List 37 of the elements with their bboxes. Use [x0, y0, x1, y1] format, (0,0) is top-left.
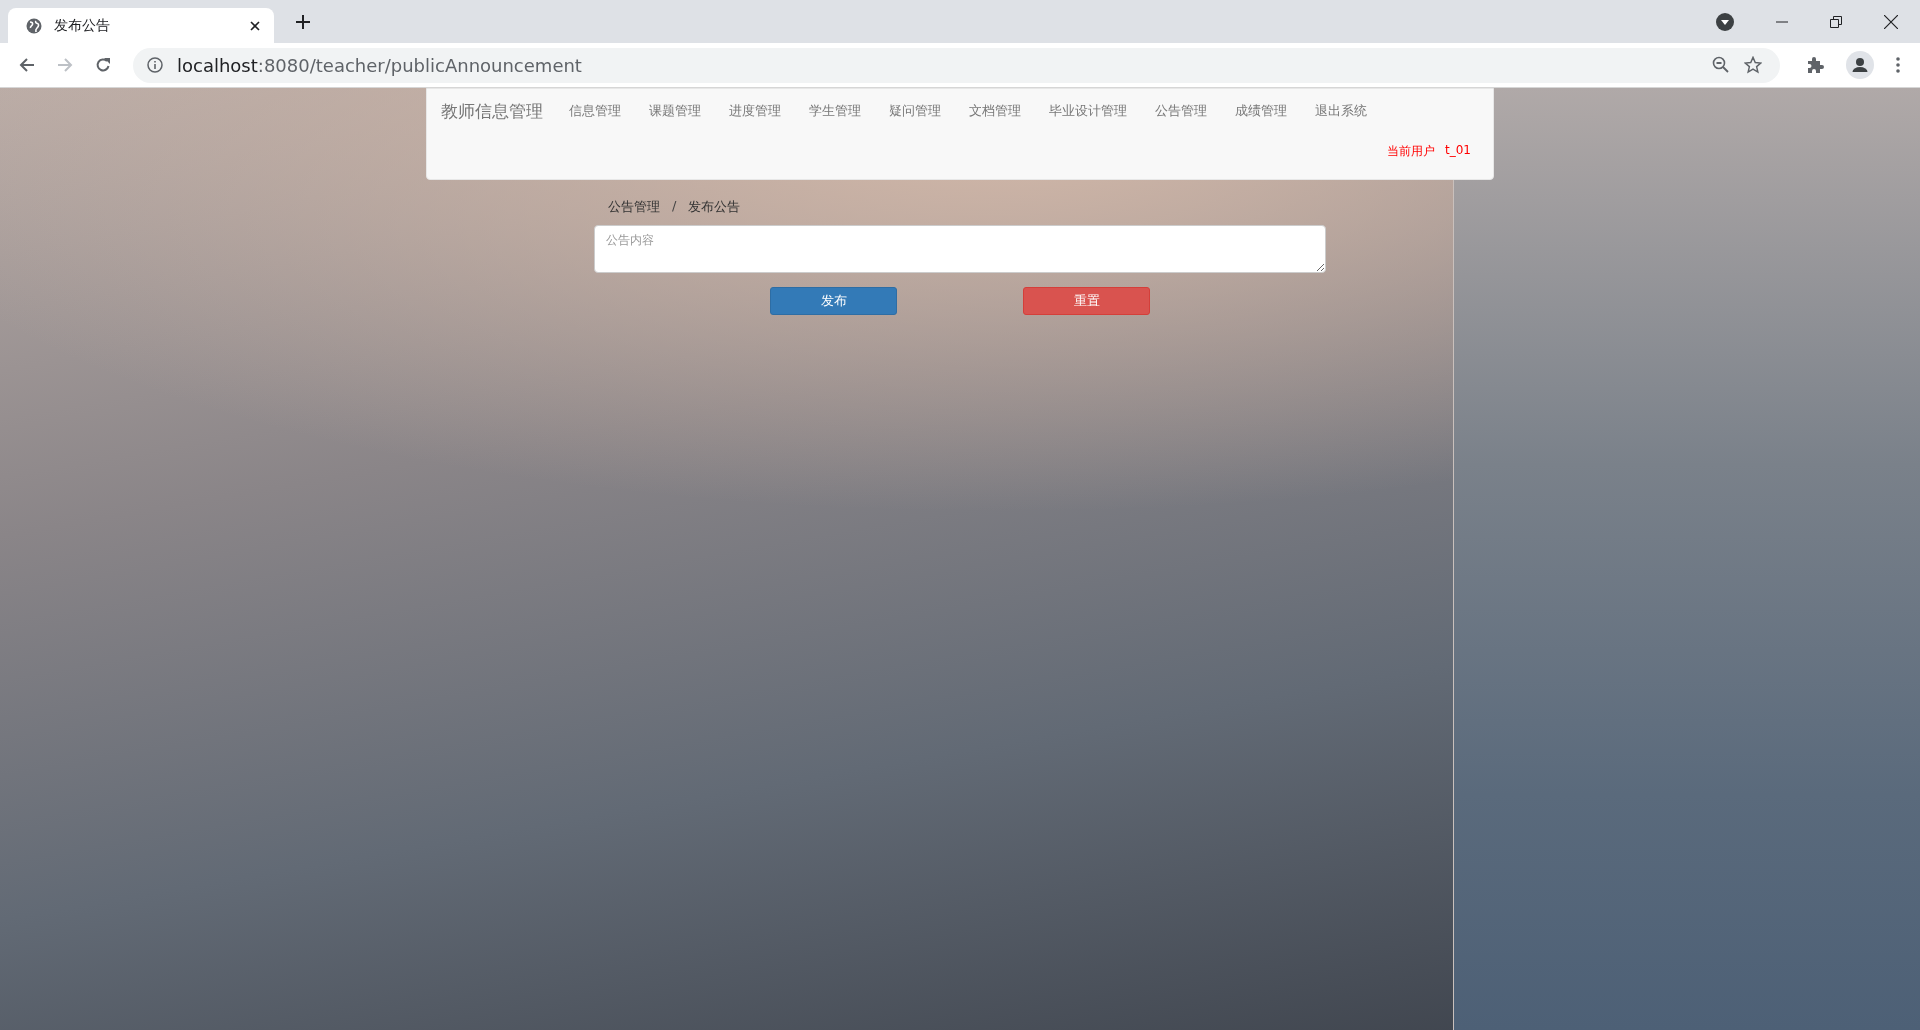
nav-link[interactable]: 公告管理 — [1155, 102, 1207, 120]
nav-link[interactable]: 进度管理 — [729, 102, 781, 120]
star-icon[interactable] — [1744, 56, 1762, 74]
nav-link[interactable]: 毕业设计管理 — [1049, 102, 1127, 120]
nav-link[interactable]: 疑问管理 — [889, 102, 941, 120]
breadcrumb-item: 发布公告 — [688, 198, 741, 216]
breadcrumb-separator: / — [672, 198, 677, 215]
new-tab-icon[interactable] — [296, 14, 310, 29]
menu-icon[interactable] — [1896, 57, 1900, 73]
close-icon[interactable] — [1884, 14, 1898, 29]
reload-icon[interactable] — [95, 57, 111, 73]
puzzle-icon[interactable] — [1806, 56, 1824, 74]
brand-title[interactable]: 教师信息管理 — [441, 99, 543, 123]
minimize-icon[interactable] — [1776, 20, 1788, 23]
user-name: t_01 — [1445, 143, 1471, 159]
publish-button[interactable]: 发布 — [770, 287, 897, 315]
nav-link[interactable]: 退出系统 — [1315, 102, 1367, 120]
nav-link[interactable]: 课题管理 — [649, 102, 701, 120]
nav-link[interactable]: 信息管理 — [569, 102, 621, 120]
reset-button[interactable]: 重置 — [1023, 287, 1150, 315]
url-text: localhost:8080/teacher/publicAnnouncement — [177, 54, 582, 76]
user-label: 当前用户 — [1387, 143, 1435, 160]
info-icon — [147, 57, 163, 73]
announcement-textarea[interactable]: 公告内容 — [594, 225, 1326, 273]
dropdown-icon[interactable] — [1716, 12, 1734, 31]
close-icon[interactable] — [250, 20, 260, 31]
profile-icon[interactable] — [1846, 51, 1874, 79]
back-arrow-icon[interactable] — [19, 57, 35, 73]
nav-link[interactable]: 学生管理 — [809, 102, 861, 120]
nav-link[interactable]: 成绩管理 — [1235, 102, 1287, 120]
browser-tab[interactable]: 发布公告 — [8, 8, 274, 43]
tab-title: 发布公告 — [54, 16, 111, 35]
nav-link[interactable]: 文档管理 — [969, 102, 1021, 120]
restore-icon[interactable] — [1830, 15, 1842, 28]
breadcrumb-item[interactable]: 公告管理 — [608, 198, 660, 216]
zoom-out-icon[interactable] — [1712, 56, 1730, 74]
address-bar[interactable]: localhost:8080/teacher/publicAnnouncement — [133, 47, 1780, 83]
